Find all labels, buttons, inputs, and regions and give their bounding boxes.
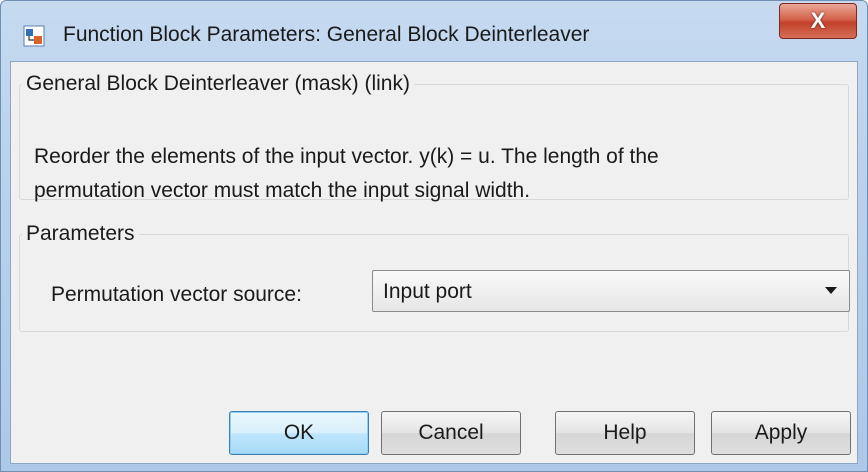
mask-group-title: General Block Deinterleaver (mask) (link…: [26, 72, 410, 95]
window-title: Function Block Parameters: General Block…: [63, 23, 590, 46]
dialog-window: Function Block Parameters: General Block…: [0, 0, 868, 472]
close-icon: X: [810, 8, 826, 33]
permutation-source-label: Permutation vector source:: [51, 283, 302, 306]
apply-button[interactable]: Apply: [711, 411, 851, 455]
close-button[interactable]: X: [779, 3, 857, 39]
parameters-group-title: Parameters: [26, 222, 135, 245]
permutation-source-dropdown[interactable]: Input port: [372, 270, 850, 312]
mask-description: Reorder the elements of the input vector…: [34, 140, 844, 208]
cancel-button[interactable]: Cancel: [381, 411, 521, 455]
ok-button[interactable]: OK: [229, 411, 369, 455]
description-line-2: permutation vector must match the input …: [34, 179, 531, 202]
title-bar[interactable]: Function Block Parameters: General Block…: [1, 1, 867, 61]
mask-description-group: General Block Deinterleaver (mask) (link…: [19, 72, 849, 202]
help-button[interactable]: Help: [555, 411, 695, 455]
dropdown-arrow-icon: [825, 287, 837, 294]
simulink-block-icon: [23, 25, 45, 47]
description-line-1: Reorder the elements of the input vector…: [34, 145, 659, 168]
dialog-content: General Block Deinterleaver (mask) (link…: [10, 61, 858, 464]
permutation-source-value: Input port: [383, 280, 472, 303]
